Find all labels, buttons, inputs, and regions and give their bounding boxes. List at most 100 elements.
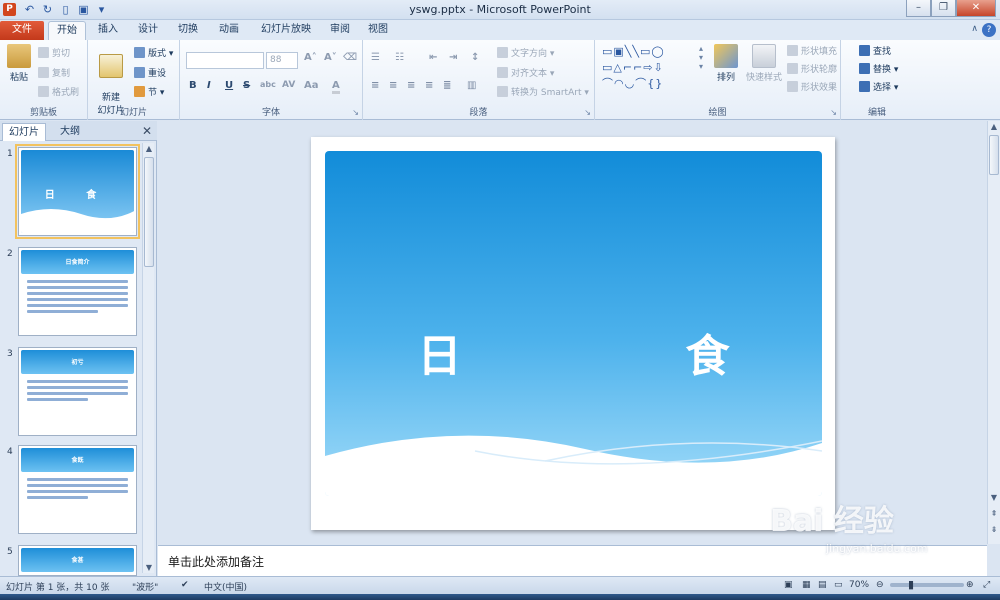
help-icon[interactable]: ? — [982, 23, 996, 37]
text-direction-icon — [497, 47, 508, 58]
smartart-icon — [497, 86, 508, 97]
increase-indent-icon[interactable]: ⇥ — [449, 52, 457, 63]
slide-title[interactable]: 日 食 — [325, 320, 822, 384]
shapes-more-icon[interactable]: ▴ ▾ ▾ — [699, 44, 703, 71]
copy-label: 复制 — [52, 69, 71, 79]
slide-sorter-icon[interactable]: ▦ — [802, 580, 811, 590]
current-slide[interactable]: 日 食 — [311, 137, 835, 530]
font-size-combo[interactable]: 88 — [266, 52, 298, 69]
slide-thumbnail[interactable]: 日食简介 — [18, 247, 137, 336]
scrollbar-thumb[interactable] — [144, 157, 154, 267]
zoom-level[interactable]: 70% — [849, 580, 869, 590]
fit-to-window-icon[interactable]: ⤢ — [983, 580, 990, 590]
align-text-button[interactable]: 对齐文本 ▾ — [497, 66, 554, 79]
ribbon-minimize-icon[interactable]: ∧ — [971, 24, 978, 34]
bullets-icon[interactable]: ☰ — [371, 52, 380, 63]
font-name-combo[interactable] — [186, 52, 264, 69]
underline-button[interactable]: U — [225, 80, 233, 91]
justify-icon[interactable]: ≡ — [425, 80, 433, 91]
arrange-button[interactable]: 排列 — [710, 44, 742, 83]
copy-button[interactable]: 复制 — [38, 66, 70, 79]
theme-status[interactable]: "波形" — [132, 580, 158, 593]
tab-file[interactable]: 文件 — [0, 21, 44, 40]
pane-close-icon[interactable]: ✕ — [142, 124, 152, 138]
normal-view-icon[interactable]: ▣ — [784, 580, 793, 590]
scroll-up-icon[interactable]: ▲ — [143, 144, 155, 153]
reading-view-icon[interactable]: ▤ — [818, 580, 827, 590]
slide-thumbnail[interactable]: 初亏 — [18, 347, 137, 436]
quick-styles-button[interactable]: 快速样式 — [744, 44, 784, 83]
language-status[interactable]: 中文(中国) — [204, 580, 247, 593]
shadow-button[interactable]: abc — [260, 80, 276, 89]
reset-button[interactable]: 重设 — [134, 66, 166, 79]
text-direction-button[interactable]: 文字方向 ▾ — [497, 46, 554, 59]
align-right-icon[interactable]: ≡ — [407, 80, 415, 91]
line-spacing-icon[interactable]: ↕ — [471, 52, 479, 63]
restore-button[interactable]: ❐ — [931, 0, 956, 17]
spell-check-icon[interactable]: ✔ — [181, 580, 189, 590]
clear-format-icon[interactable]: ⌫ — [343, 52, 357, 63]
tab-design[interactable]: 设计 — [130, 21, 166, 40]
slideshow-view-icon[interactable]: ▭ — [834, 580, 843, 590]
next-slide-icon[interactable]: ⇟ — [988, 525, 1000, 534]
paragraph-dialog-launcher-icon[interactable]: ↘ — [584, 108, 591, 117]
bold-button[interactable]: B — [189, 80, 197, 91]
layout-button[interactable]: 版式 ▾ — [134, 46, 173, 59]
shape-outline-button[interactable]: 形状轮廓 — [787, 62, 837, 75]
close-button[interactable]: ✕ — [956, 0, 996, 17]
tab-slides[interactable]: 幻灯片 — [2, 123, 46, 141]
slides-pane-scrollbar[interactable]: ▲ ▼ — [142, 143, 154, 573]
slide-thumbnail[interactable]: 食甚 — [18, 545, 137, 576]
scroll-down-icon[interactable]: ▼ — [143, 563, 155, 572]
paste-button[interactable]: 粘贴 — [4, 44, 34, 83]
tab-insert[interactable]: 插入 — [90, 21, 126, 40]
tab-view[interactable]: 视图 — [360, 21, 396, 40]
scroll-down-icon[interactable]: ▼ — [988, 493, 1000, 502]
tab-home[interactable]: 开始 — [48, 21, 86, 40]
format-painter-button[interactable]: 格式刷 — [38, 85, 79, 98]
smartart-button[interactable]: 转换为 SmartArt ▾ — [497, 85, 589, 98]
grow-font-icon[interactable]: A˄ — [304, 52, 317, 63]
scrollbar-thumb[interactable] — [989, 135, 999, 175]
minimize-button[interactable]: – — [906, 0, 931, 17]
font-color-button[interactable]: A — [332, 80, 340, 94]
editing-group: 查找 替换 ▾ 选择 ▾ 编辑 — [841, 40, 913, 120]
shape-fill-button[interactable]: 形状填充 — [787, 44, 837, 57]
zoom-in-icon[interactable]: ⊕ — [966, 580, 974, 590]
strikethrough-button[interactable]: S — [243, 80, 250, 91]
decrease-indent-icon[interactable]: ⇤ — [429, 52, 437, 63]
char-spacing-button[interactable]: AV — [282, 80, 295, 90]
tab-outline[interactable]: 大纲 — [48, 123, 92, 141]
tab-review[interactable]: 审阅 — [322, 21, 358, 40]
canvas-scrollbar[interactable]: ▲ ▼ ⇞ ⇟ — [987, 121, 1000, 544]
align-center-icon[interactable]: ≡ — [389, 80, 397, 91]
change-case-button[interactable]: Aa — [304, 80, 319, 91]
cut-button[interactable]: 剪切 — [38, 46, 70, 59]
previous-slide-icon[interactable]: ⇞ — [988, 509, 1000, 518]
shapes-gallery[interactable]: ▭▣╲╲▭◯ ▭△⌐⌐⇨⇩ ⌒◠◡⌒{} — [602, 44, 698, 96]
drawing-dialog-launcher-icon[interactable]: ↘ — [830, 108, 837, 117]
italic-button[interactable]: I — [207, 80, 211, 91]
distribute-icon[interactable]: ≣ — [443, 80, 451, 91]
zoom-out-icon[interactable]: ⊖ — [876, 580, 884, 590]
replace-button[interactable]: 替换 ▾ — [859, 62, 898, 75]
numbering-icon[interactable]: ☷ — [395, 52, 404, 63]
zoom-slider[interactable] — [890, 583, 964, 587]
shape-effects-button[interactable]: 形状效果 — [787, 80, 837, 93]
columns-icon[interactable]: ▥ — [467, 80, 476, 91]
align-left-icon[interactable]: ≡ — [371, 80, 379, 91]
section-button[interactable]: 节 ▾ — [134, 85, 164, 98]
slide-thumbnail[interactable]: 食既 — [18, 445, 137, 534]
find-button[interactable]: 查找 — [859, 44, 891, 57]
tab-animations[interactable]: 动画 — [211, 21, 247, 40]
slide-thumbnail[interactable]: 日 食 — [15, 144, 140, 239]
scroll-up-icon[interactable]: ▲ — [988, 122, 1000, 131]
select-button[interactable]: 选择 ▾ — [859, 80, 898, 93]
tab-slideshow[interactable]: 幻灯片放映 — [252, 21, 320, 40]
shrink-font-icon[interactable]: A˅ — [324, 52, 337, 63]
baidu-watermark: Bai 经验 jingyan.baidu.com — [750, 492, 980, 574]
font-dialog-launcher-icon[interactable]: ↘ — [352, 108, 359, 117]
find-label: 查找 — [873, 47, 892, 57]
tab-transitions[interactable]: 切换 — [170, 21, 206, 40]
zoom-slider-thumb[interactable]: ▮ — [908, 578, 914, 591]
